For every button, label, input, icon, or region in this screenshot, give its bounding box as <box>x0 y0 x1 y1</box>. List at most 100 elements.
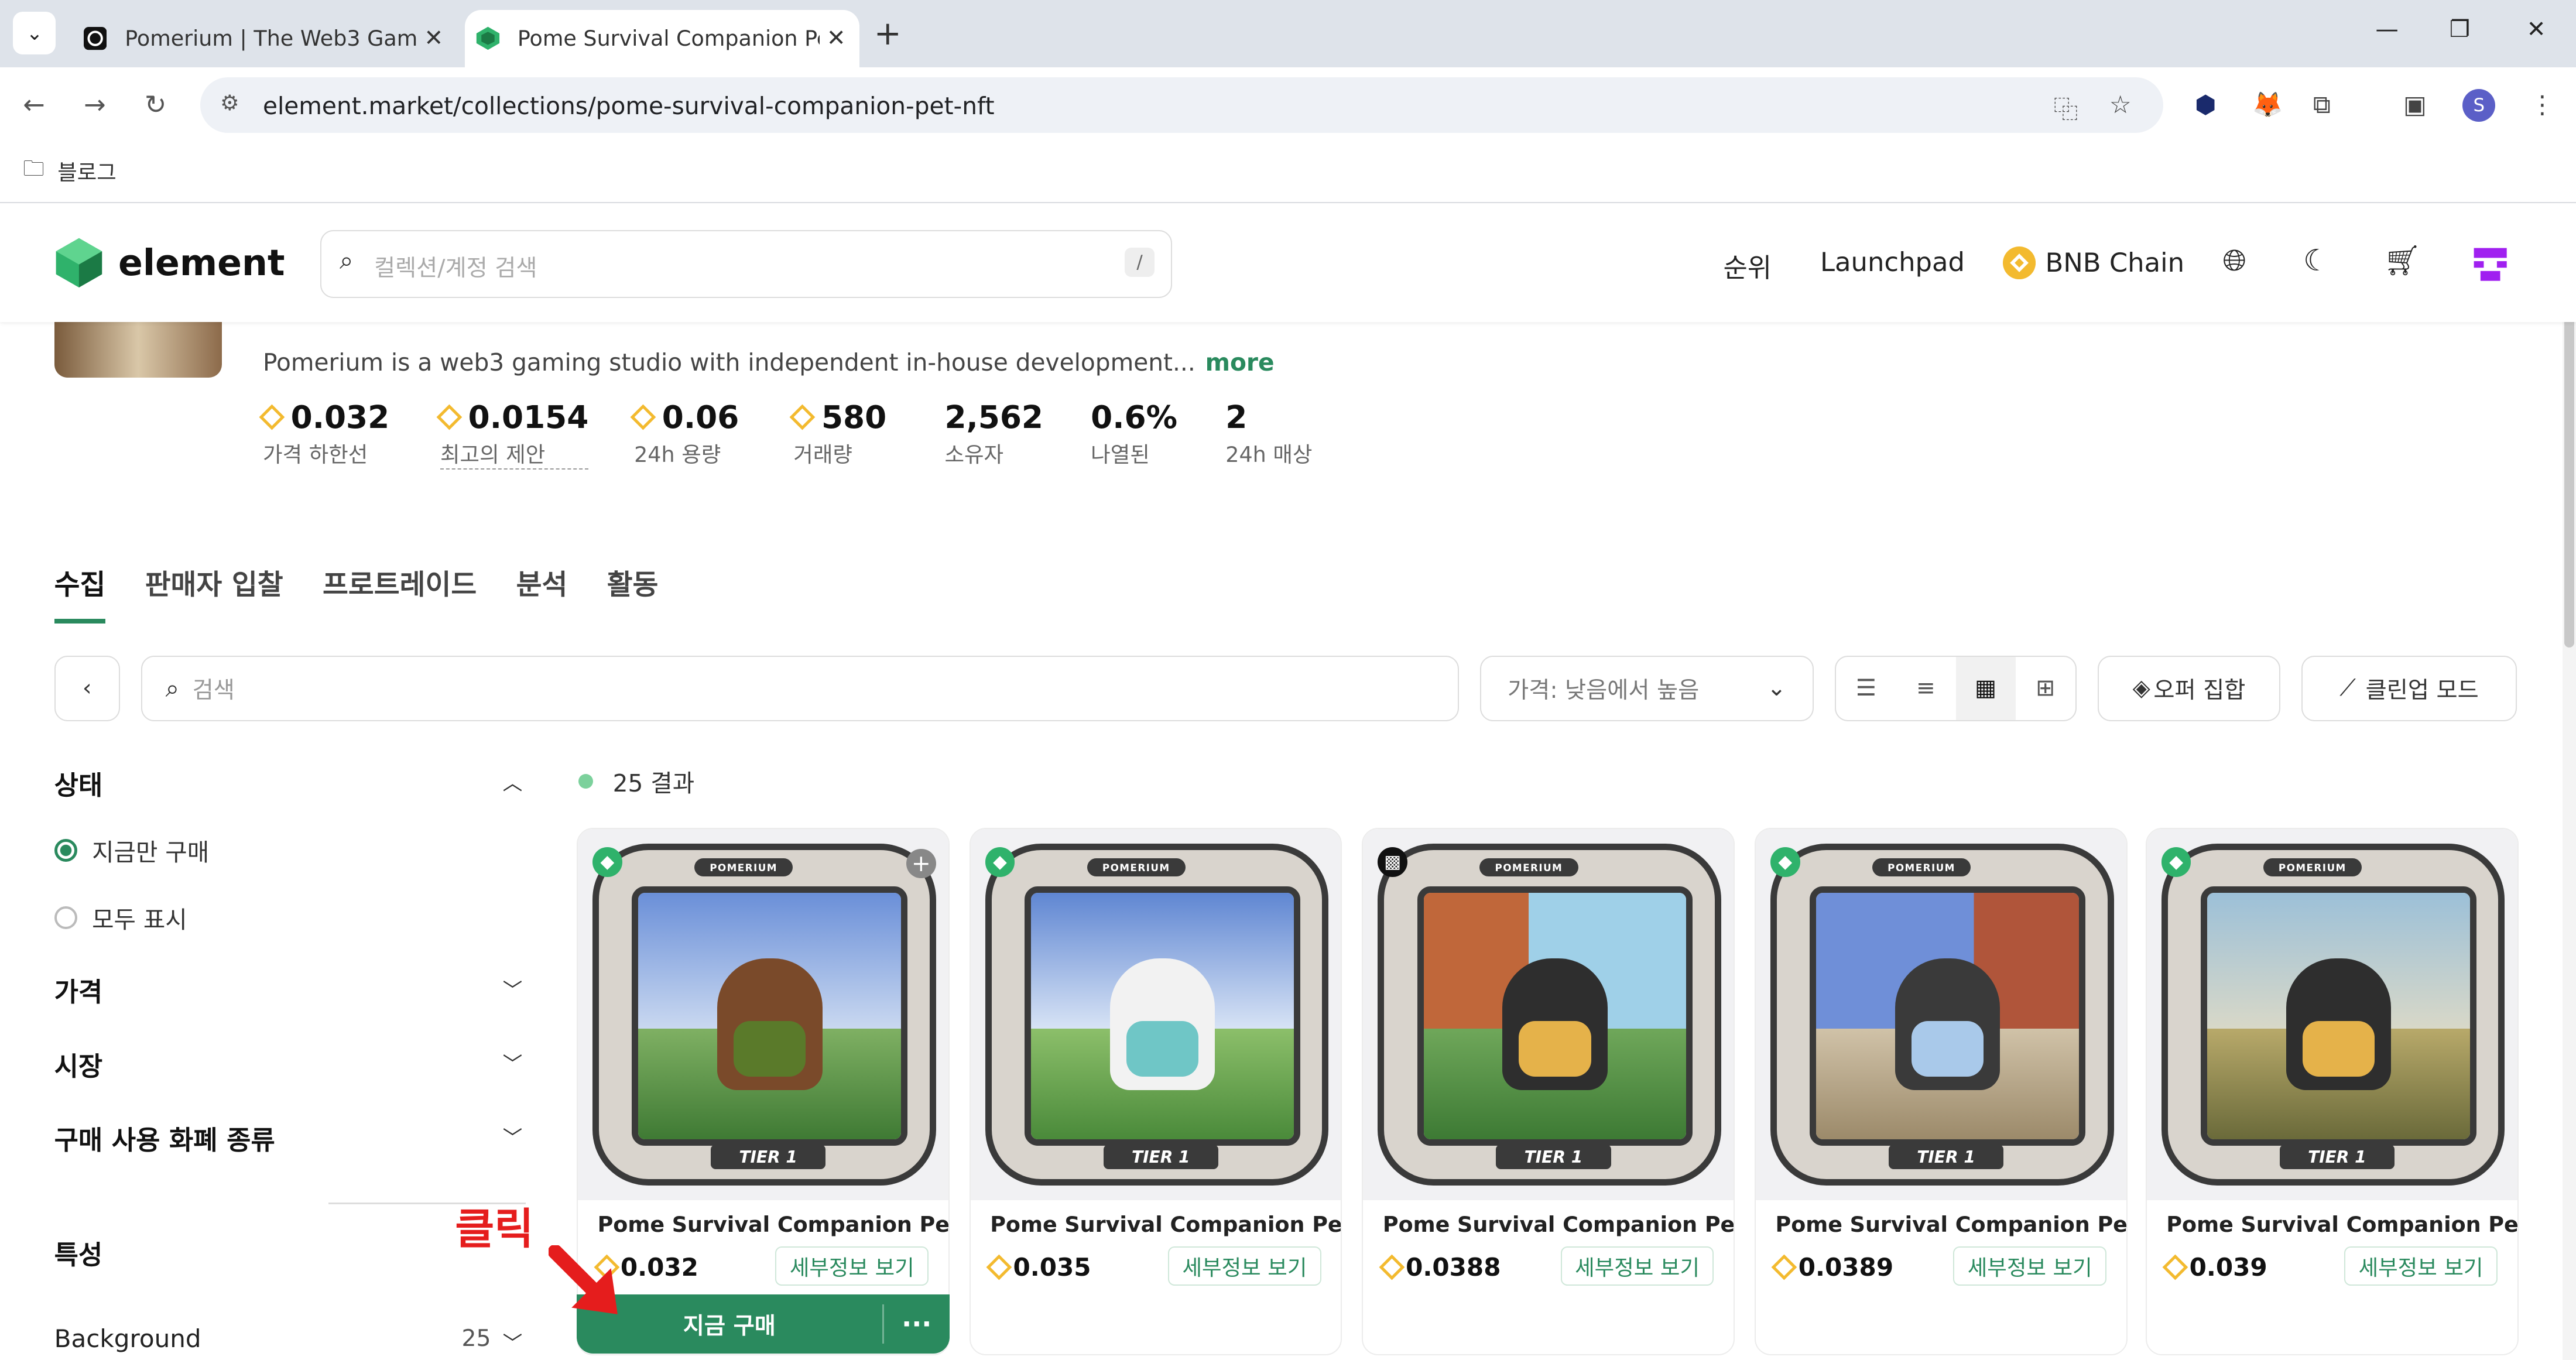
nft-image[interactable]: POMERIUM TIER 1 ◆ + <box>577 829 948 1201</box>
buy-now-button[interactable]: 지금 구매 <box>577 1294 882 1354</box>
chevron-down-icon[interactable]: ﹀ <box>503 1122 523 1150</box>
more-link[interactable]: more <box>1205 348 1275 376</box>
dark-mode-moon-icon[interactable]: ☾ <box>2303 243 2330 278</box>
chevron-up-icon[interactable]: ︿ <box>503 767 523 796</box>
trait-background[interactable]: Background <box>54 1324 201 1353</box>
nav-launchpad[interactable]: Launchpad <box>1820 246 1965 278</box>
live-indicator-icon <box>578 773 593 789</box>
nft-card[interactable]: POMERIUM TIER 1 ▩ Pome Survival Companio… <box>1362 828 1735 1355</box>
extensions-puzzle-icon[interactable]: ⧉ <box>2313 90 2331 119</box>
large-grid-view-icon[interactable]: ⊞ <box>2016 657 2075 720</box>
compact-list-view-icon[interactable]: ≡ <box>1896 657 1955 720</box>
tab-collection[interactable]: 수집 <box>54 562 106 624</box>
restore-icon[interactable]: ❐ <box>2450 16 2470 43</box>
reload-icon[interactable]: ↻ <box>145 89 167 120</box>
tab-analytics[interactable]: 분석 <box>516 562 568 624</box>
tier-badge: TIER 1 <box>1103 1145 1218 1170</box>
view-details-button[interactable]: 세부정보 보기 <box>1953 1246 2107 1286</box>
radio-buy-now-only[interactable]: 지금만 구매 <box>54 833 209 868</box>
close-tab-icon[interactable]: ✕ <box>820 25 852 52</box>
nft-card[interactable]: POMERIUM TIER 1 ◆ Pome Survival Companio… <box>1754 828 2128 1355</box>
browser-tab-pomerium[interactable]: Pomerium | The Web3 Game P ✕ <box>72 10 457 67</box>
stat-24h-sales: 2 24h 매상 <box>1225 399 1312 468</box>
element-badge-icon: ◆ <box>985 847 1015 877</box>
window-close-icon[interactable]: ✕ <box>2527 16 2546 43</box>
pet-frame-art: POMERIUM TIER 1 <box>2161 844 2505 1186</box>
collection-description: Pomerium is a web3 gaming studio with in… <box>263 348 1275 376</box>
filter-price-title[interactable]: 가격 <box>54 971 103 1009</box>
nft-image[interactable]: POMERIUM TIER 1 ◆ <box>2146 829 2517 1201</box>
nft-card[interactable]: POMERIUM TIER 1 ◆ Pome Survival Companio… <box>969 828 1342 1355</box>
language-globe-icon[interactable]: 🌐︎ <box>2223 243 2246 279</box>
tier-badge: TIER 1 <box>1496 1145 1611 1170</box>
radio-show-all[interactable]: 모두 표시 <box>54 900 187 935</box>
nft-card[interactable]: POMERIUM TIER 1 ◆ Pome Survival Companio… <box>2145 828 2519 1355</box>
site-info-icon[interactable]: ⚙ <box>220 90 239 115</box>
tab-seller-bids[interactable]: 판매자 입찰 <box>145 562 283 624</box>
bnb-icon <box>986 1254 1012 1280</box>
chevron-down-icon[interactable]: ﹀ <box>503 1048 523 1077</box>
offer-collection-button[interactable]: ◈ 오퍼 집합 <box>2098 655 2280 721</box>
filter-currency-title[interactable]: 구매 사용 화폐 종류 <box>54 1119 275 1157</box>
side-panel-icon[interactable]: ▣ <box>2403 90 2427 119</box>
items-search-input[interactable]: ⌕ 검색 <box>141 655 1459 721</box>
frame-label: POMERIUM <box>694 858 793 877</box>
element-logo[interactable]: element <box>53 237 285 289</box>
profile-avatar[interactable]: S <box>2462 88 2496 122</box>
grid-view-icon[interactable]: ▦ <box>1955 656 2016 720</box>
page-scrollbar[interactable] <box>2563 203 2576 1360</box>
price-value: 0.0388 <box>1406 1253 1501 1282</box>
user-avatar[interactable] <box>2471 245 2510 291</box>
nav-ranking[interactable]: 순위 <box>1723 246 1772 285</box>
add-to-cart-icon[interactable]: + <box>906 848 936 879</box>
new-tab-icon[interactable]: + <box>874 15 902 53</box>
nft-image[interactable]: POMERIUM TIER 1 ◆ <box>1755 829 2126 1201</box>
chevron-down-icon[interactable]: ﹀ <box>503 974 523 1003</box>
tab-title: Pome Survival Companion Pet <box>517 26 820 52</box>
back-icon[interactable]: ← <box>23 89 45 120</box>
bnb-icon <box>1379 1254 1405 1280</box>
nav-chain-selector[interactable]: BNB Chain <box>2002 246 2184 279</box>
sort-dropdown[interactable]: 가격: 낮음에서 높음 ⌄ <box>1480 655 1814 721</box>
cleanup-mode-button[interactable]: ⟋ 클린업 모드 <box>2301 655 2517 721</box>
checker-badge-icon: ▩ <box>1378 847 1407 877</box>
stat-floor-price: 0.032 가격 하한선 <box>259 399 389 468</box>
pet-frame-art: POMERIUM TIER 1 <box>985 844 1329 1186</box>
view-details-button[interactable]: 세부정보 보기 <box>775 1246 929 1286</box>
extension-shield-icon[interactable]: ⬢ <box>2195 90 2217 119</box>
filter-status-title[interactable]: 상태 <box>54 764 103 802</box>
bookmark-folder[interactable]: 🗀 블로그 <box>23 153 117 189</box>
translate-icon[interactable]: ⿻ <box>2053 90 2078 126</box>
view-details-button[interactable]: 세부정보 보기 <box>1560 1246 1714 1286</box>
tab-activity[interactable]: 활동 <box>607 562 659 624</box>
kebab-menu-icon[interactable]: ⋮ <box>2530 90 2554 119</box>
nft-card[interactable]: POMERIUM TIER 1 ◆ + Pome Survival Compan… <box>576 828 950 1355</box>
price-value: 0.032 <box>620 1253 698 1282</box>
minimize-icon[interactable]: — <box>2375 16 2398 43</box>
cart-icon[interactable]: 🛒︎ <box>2384 243 2421 278</box>
cleanup-label: 클린업 모드 <box>2365 677 2479 704</box>
chevron-down-icon: ⌄ <box>1767 675 1786 702</box>
address-bar[interactable]: ⚙ element.market/collections/pome-surviv… <box>200 77 2164 133</box>
bookmark-star-icon[interactable]: ☆ <box>2109 90 2132 119</box>
view-details-button[interactable]: 세부정보 보기 <box>2344 1246 2498 1286</box>
forward-icon[interactable]: → <box>84 89 106 120</box>
list-view-icon[interactable]: ☰ <box>1836 657 1896 720</box>
metamask-fox-icon[interactable]: 🦊 <box>2252 90 2283 119</box>
nft-image[interactable]: POMERIUM TIER 1 ▩ <box>1363 829 1734 1201</box>
close-tab-icon[interactable]: ✕ <box>417 25 450 52</box>
url-text[interactable]: element.market/collections/pome-survival… <box>263 92 995 120</box>
stat-best-offer[interactable]: 0.0154 최고의 제안 <box>436 399 589 470</box>
tab-protrade[interactable]: 프로트레이드 <box>323 562 477 624</box>
bnb-icon <box>630 405 656 430</box>
nft-image[interactable]: POMERIUM TIER 1 ◆ <box>970 829 1341 1201</box>
filter-market-title[interactable]: 시장 <box>54 1045 103 1083</box>
tab-search-button[interactable]: ⌄ <box>13 11 56 54</box>
more-options-button[interactable]: ··· <box>884 1294 950 1354</box>
collapse-filters-button[interactable]: ‹ <box>54 655 120 721</box>
view-details-button[interactable]: 세부정보 보기 <box>1168 1246 1321 1286</box>
chevron-down-icon[interactable]: ﹀ <box>503 1327 523 1356</box>
collection-search-input[interactable]: ⌕ 컬렉션/계정 검색 / <box>320 229 1172 299</box>
browser-tab-element[interactable]: Pome Survival Companion Pet ✕ <box>465 9 859 68</box>
stat-value: 2 <box>1225 399 1248 436</box>
